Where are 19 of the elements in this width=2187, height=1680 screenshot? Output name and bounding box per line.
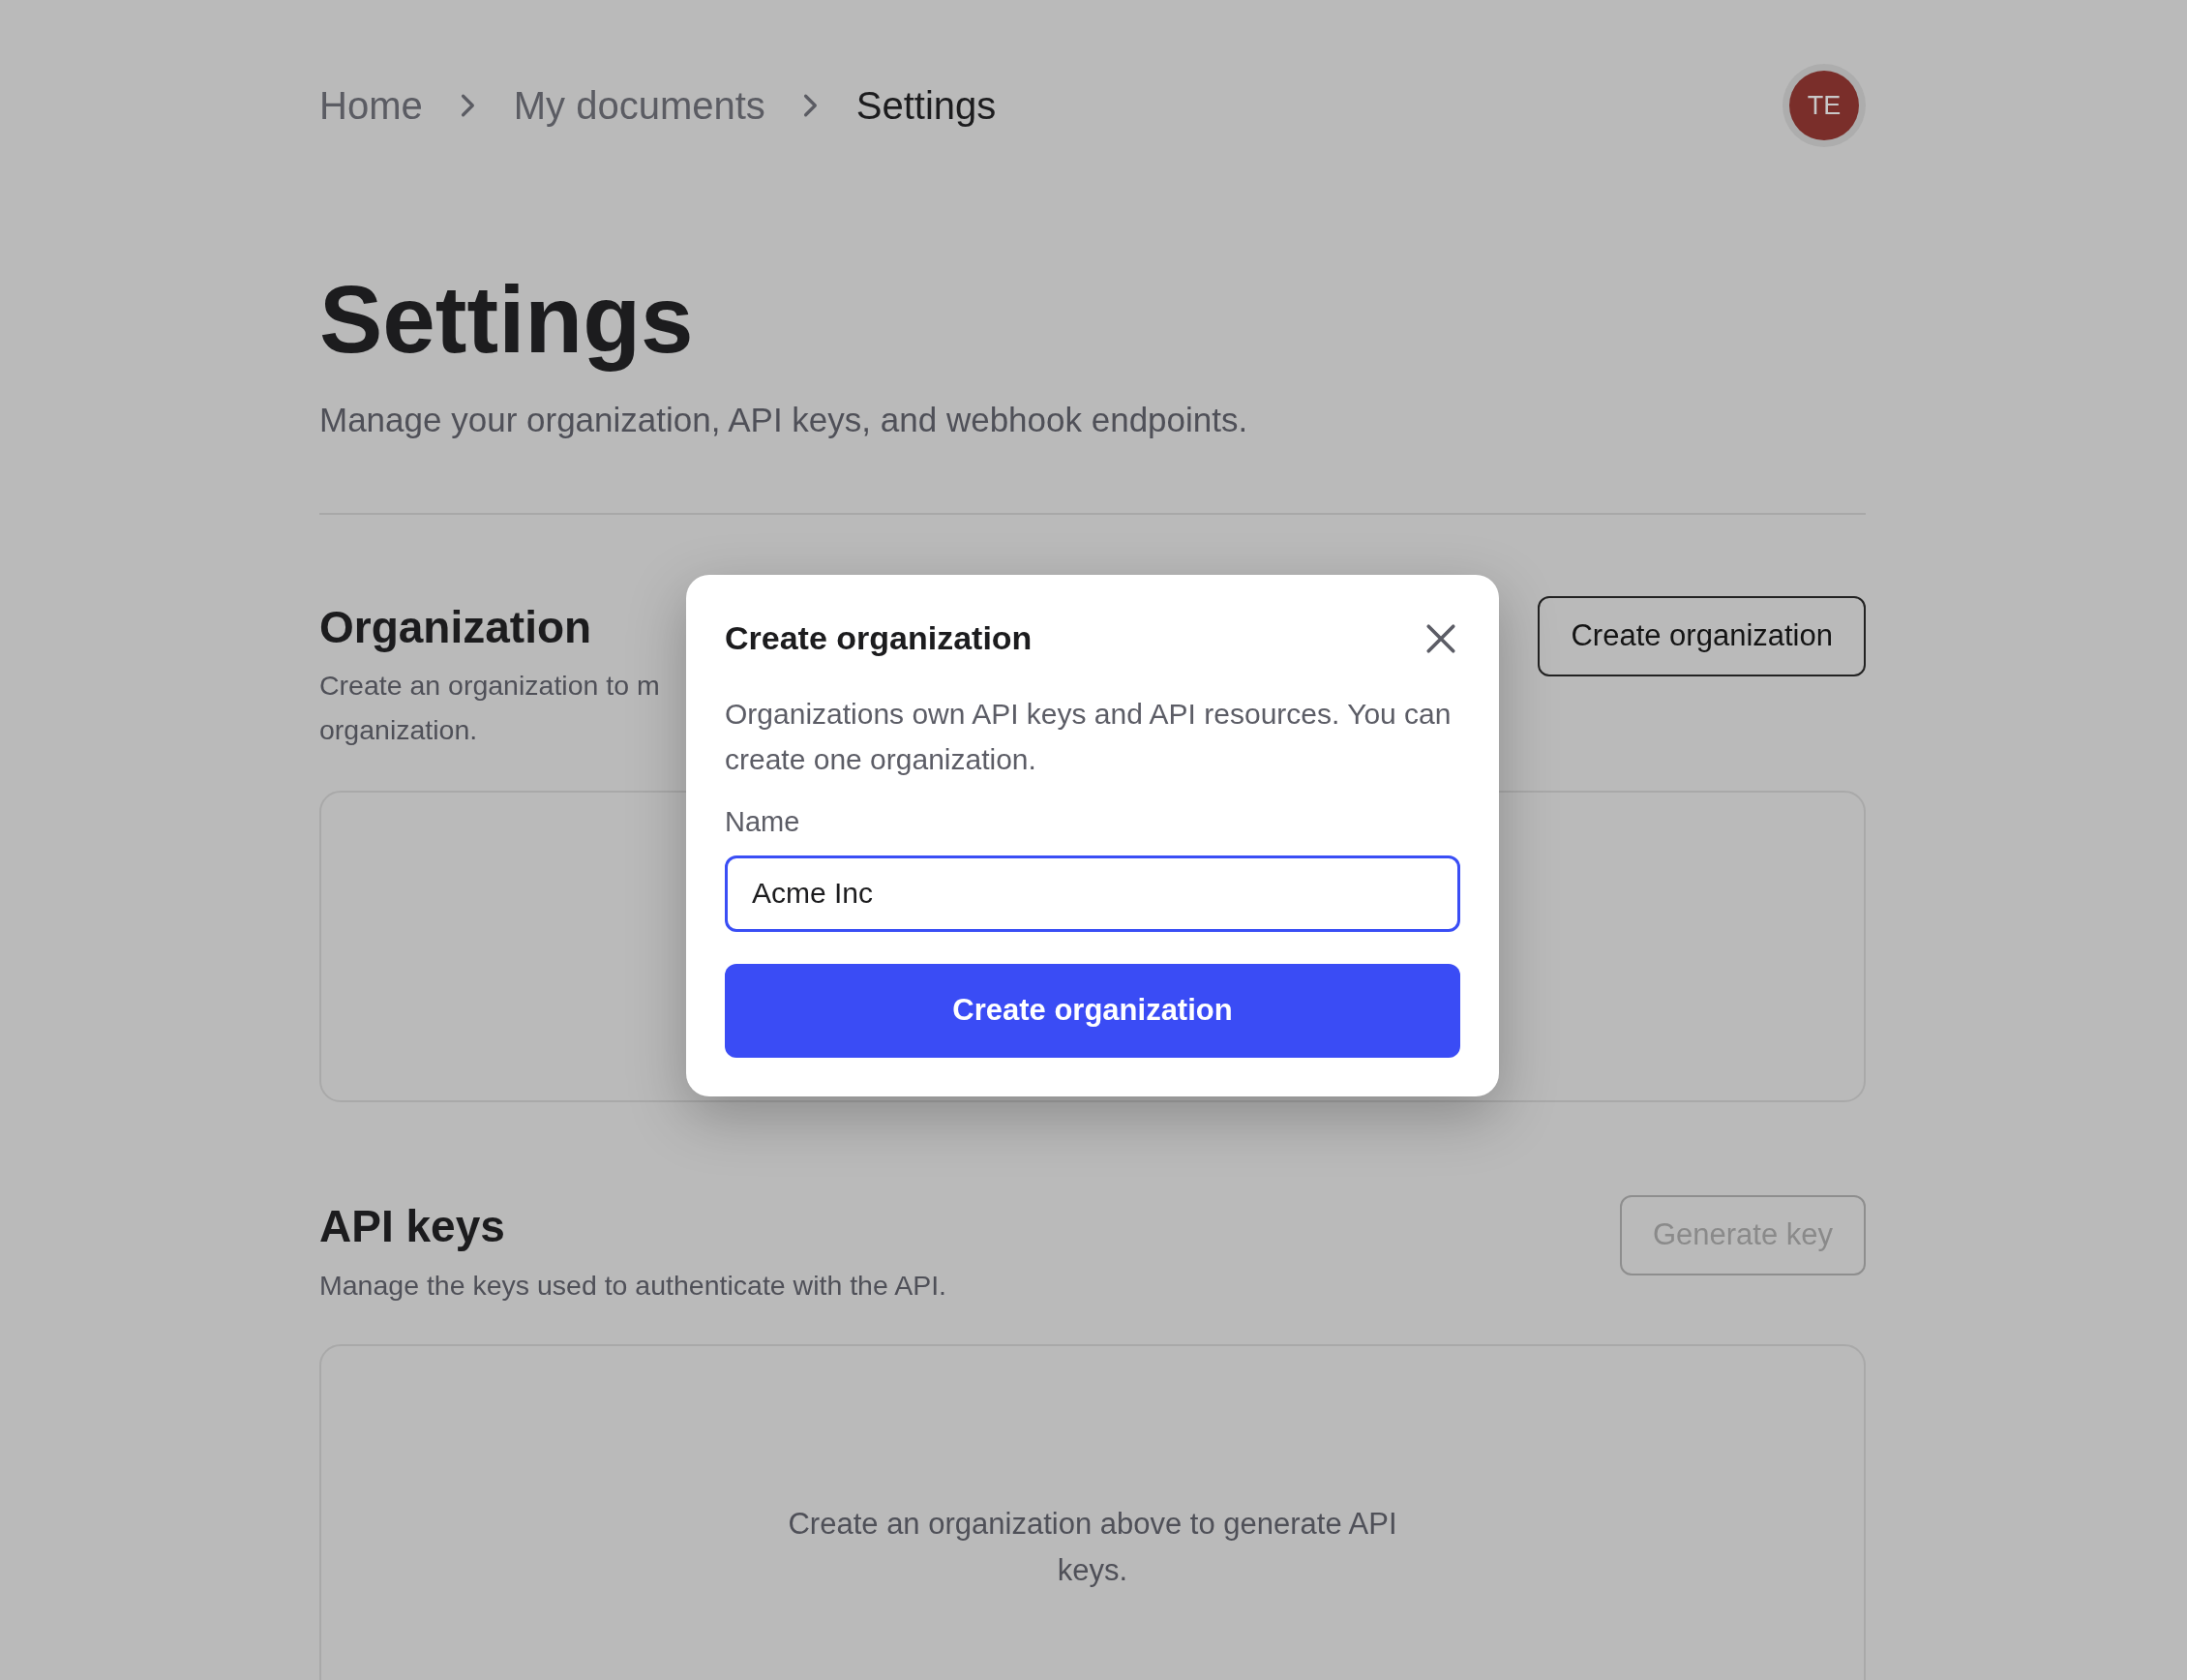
breadcrumb-current: Settings <box>855 83 997 129</box>
section-title: API keys <box>319 1200 506 1254</box>
section-title: Organization <box>319 601 593 655</box>
page-title: Settings <box>319 265 695 375</box>
field-label: Name <box>725 805 801 839</box>
empty-state-message: Create an organization above to generate API keys. <box>787 1506 1398 1590</box>
dialog-description: Organizations own API keys and API resources. You can create one organization. <box>725 697 1453 777</box>
close-icon[interactable] <box>1424 621 1457 655</box>
page-subtitle: Manage your organization, API keys, and webhook endpoints. <box>319 399 1249 440</box>
breadcrumb-link[interactable]: Home <box>319 76 423 135</box>
dialog-title: Create organization <box>725 618 1033 658</box>
section-description: Manage the keys used to authenticate with the API. <box>319 1268 946 1303</box>
user-avatar[interactable]: TE <box>1789 71 1859 140</box>
create-organization-button[interactable]: Create organization <box>725 963 1460 1058</box>
breadcrumb-link[interactable]: My documents <box>513 76 765 135</box>
name-input-field[interactable]: Acme Inc <box>725 855 1460 932</box>
create-organization-button[interactable]: Create organization <box>1538 596 1866 676</box>
section-description: organization. <box>319 712 479 747</box>
section-description: Create an organization to m <box>319 669 660 704</box>
